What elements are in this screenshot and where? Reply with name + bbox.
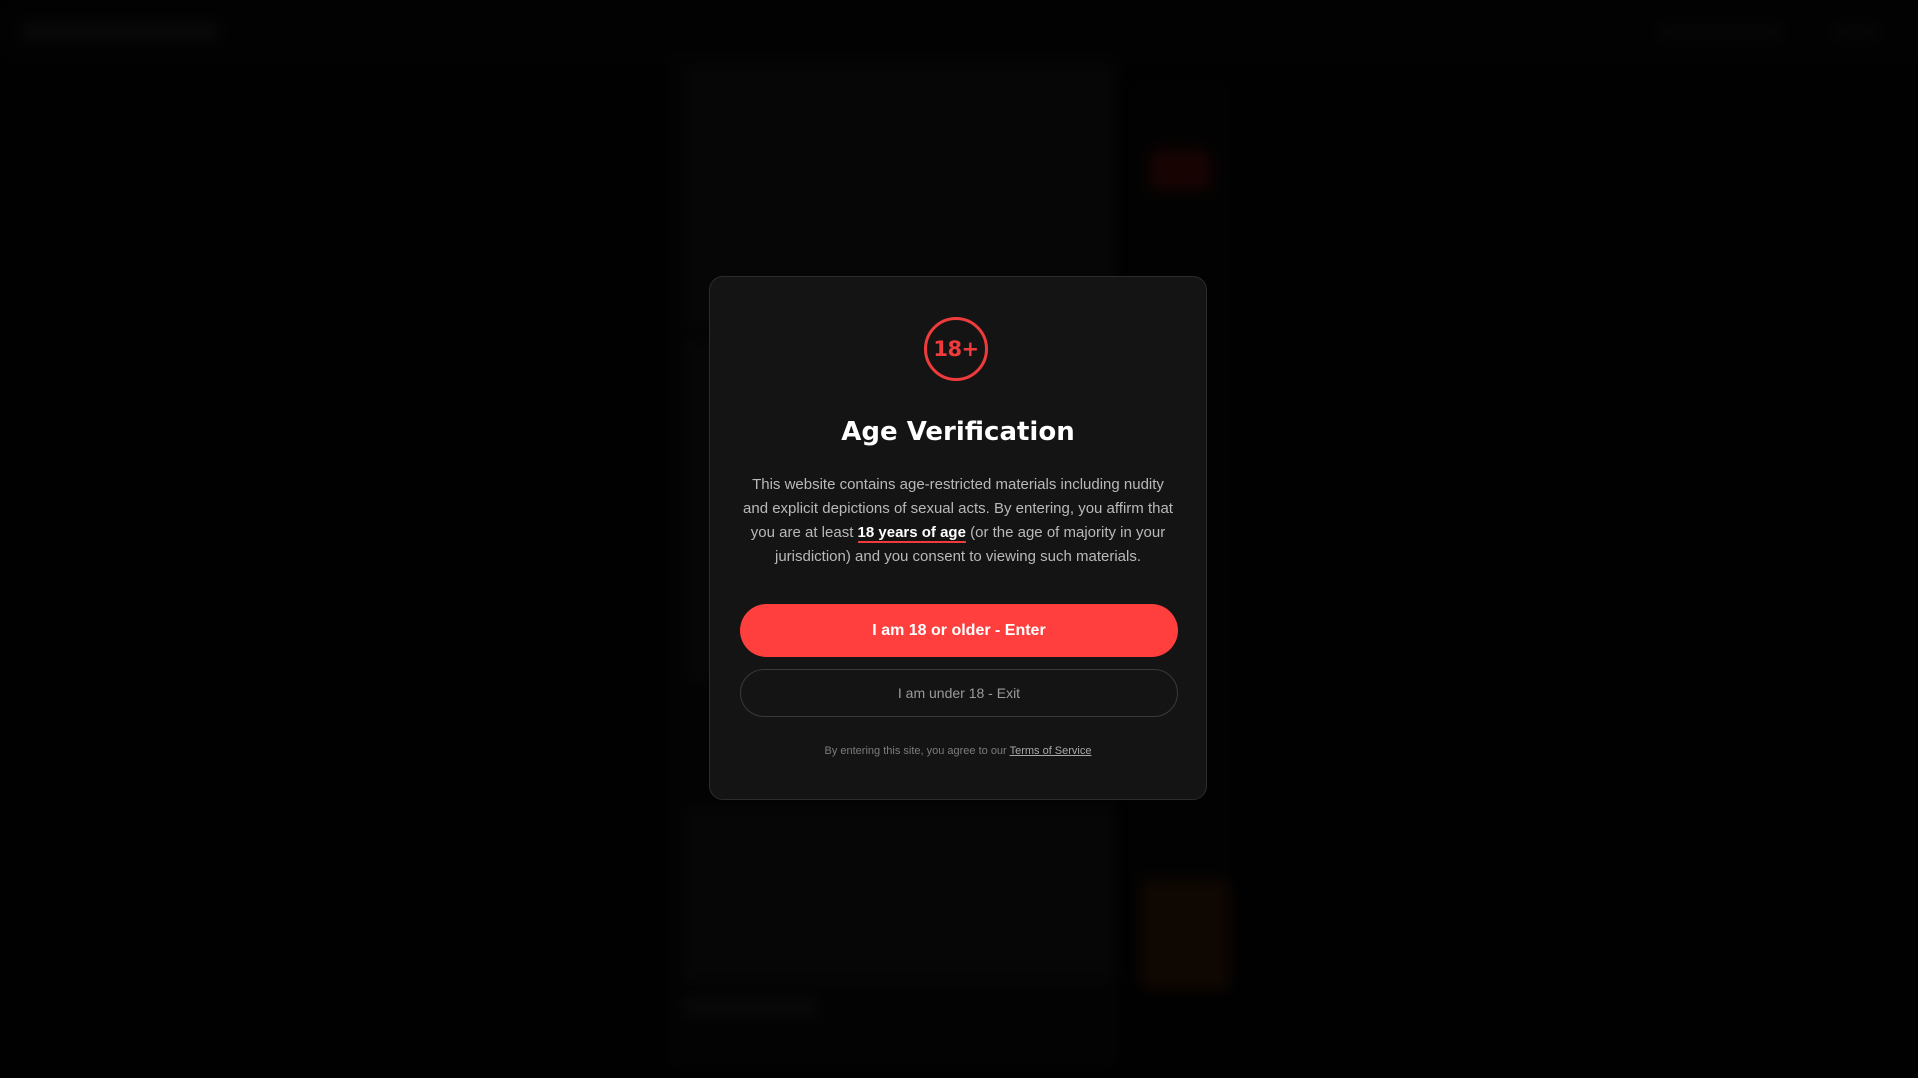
dialog-description: This website contains age-restricted mat… bbox=[740, 473, 1176, 569]
dialog-footer: By entering this site, you agree to our … bbox=[710, 744, 1206, 758]
enter-button[interactable]: I am 18 or older - Enter bbox=[740, 604, 1178, 657]
dialog-title: Age Verification bbox=[841, 417, 1075, 447]
terms-of-service-link[interactable]: Terms of Service bbox=[1010, 745, 1092, 757]
exit-button[interactable]: I am under 18 - Exit bbox=[740, 669, 1178, 717]
page: 18+ Age Verification This website contai… bbox=[0, 0, 1918, 1078]
footer-text: By entering this site, you agree to our bbox=[824, 745, 1010, 757]
age-verification-dialog: 18+ Age Verification This website contai… bbox=[709, 276, 1207, 800]
age-emphasis: 18 years of age bbox=[857, 524, 966, 543]
badge-label: 18+ bbox=[933, 337, 979, 361]
18-plus-badge-icon: 18+ bbox=[924, 317, 988, 381]
